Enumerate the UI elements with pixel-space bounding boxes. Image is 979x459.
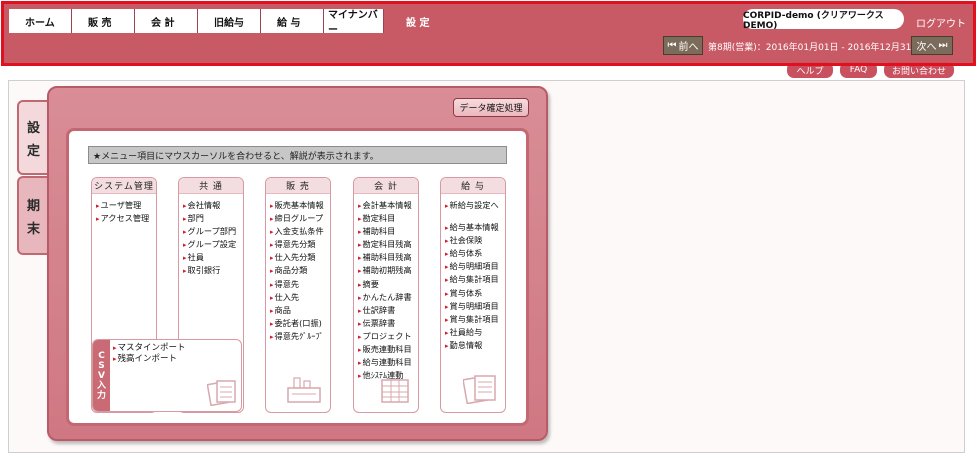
tab-settings[interactable]: 設 定: [17, 100, 50, 175]
period-label: 第8期(営業)：2016年01月01日 - 2016年12月31日: [708, 43, 921, 53]
menu-salary-structure[interactable]: 給与体系: [445, 247, 505, 260]
skip-forward-icon: ⏭: [938, 40, 948, 51]
menu-group-settings[interactable]: グループ設定: [183, 238, 243, 251]
menu-social-insurance[interactable]: 社会保険: [445, 234, 505, 247]
nav-mynumber[interactable]: マイナンバー: [324, 9, 384, 36]
menu-customer-group[interactable]: 得意先ｸﾞﾙｰﾌﾟ: [270, 330, 330, 343]
menu-customer[interactable]: 得意先: [270, 278, 330, 291]
data-confirm-button[interactable]: データ確定処理: [453, 98, 529, 117]
next-period-button[interactable]: 次へ ⏭: [911, 36, 953, 55]
menu-easy-dictionary[interactable]: かんたん辞書: [358, 291, 418, 304]
menu-account[interactable]: 勘定科目: [358, 212, 418, 225]
csv-side-label: C S V 入 力: [93, 340, 110, 411]
menu-bonus-slip-items[interactable]: 賞与明細項目: [445, 300, 505, 313]
faq-button[interactable]: FAQ: [840, 62, 877, 78]
menu-sales-link-account[interactable]: 販売連動科目: [358, 343, 418, 356]
menu-payroll-link-account[interactable]: 給与連動科目: [358, 356, 418, 369]
tab-period-end[interactable]: 期 末: [17, 176, 50, 255]
hint-bar: ★メニュー項目にマウスカーソルを合わせると、解説が表示されます。: [88, 146, 507, 164]
menu-user-management[interactable]: ユーザ管理: [96, 199, 156, 212]
menu-bonus-structure[interactable]: 賞与体系: [445, 287, 505, 300]
menu-payroll-summary-items[interactable]: 給与集計項目: [445, 273, 505, 286]
menu-department[interactable]: 部門: [183, 212, 243, 225]
accounting-box: 会 計 会計基本情報 勘定科目 補助科目 勘定科目残高 補助科目残高 補助初期残…: [353, 177, 419, 413]
menu-journal-dictionary[interactable]: 仕訳辞書: [358, 304, 418, 317]
help-button[interactable]: ヘルプ: [787, 62, 833, 78]
menu-bank[interactable]: 取引銀行: [183, 264, 243, 277]
menu-attendance[interactable]: 勤怠情報: [445, 339, 505, 352]
payroll-box: 給 与 新給与設定へ 給与基本情報 社会保険 給与体系 給与明細項目 給与集計項…: [440, 177, 506, 413]
menu-company-info[interactable]: 会社情報: [183, 199, 243, 212]
menu-product-class[interactable]: 商品分類: [270, 264, 330, 277]
menu-group-department[interactable]: グループ部門: [183, 225, 243, 238]
menu-balance-import[interactable]: 残高インポート: [113, 354, 186, 365]
nav-settings[interactable]: 設 定: [384, 9, 447, 33]
common-title: 共 通: [179, 178, 243, 194]
cash-register-icon: [287, 377, 321, 403]
nav-payroll[interactable]: 給 与: [261, 9, 324, 33]
menu-master-import[interactable]: マスタインポート: [113, 343, 186, 354]
csv-import-box: C S V 入 力 マスタインポート 残高インポート: [92, 339, 242, 412]
menu-closing-group[interactable]: 締日グループ: [270, 212, 330, 225]
menu-customer-class[interactable]: 得意先分類: [270, 238, 330, 251]
menu-sales-basic[interactable]: 販売基本情報: [270, 199, 330, 212]
menu-sub-opening-balance[interactable]: 補助初期残高: [358, 264, 418, 277]
top-header: ホーム 販 売 会 計 旧給与 給 与 マイナンバー 設 定 CORPID-de…: [4, 4, 973, 63]
menu-sub-account-balance[interactable]: 補助科目残高: [358, 251, 418, 264]
company-badge: CORPID-demo (クリアワークスDEMO): [743, 9, 904, 31]
menu-summary[interactable]: 摘要: [358, 278, 418, 291]
nav-home[interactable]: ホーム: [9, 9, 72, 33]
menu-employee[interactable]: 社員: [183, 251, 243, 264]
menu-product[interactable]: 商品: [270, 304, 330, 317]
sales-title: 販 売: [266, 178, 330, 194]
menu-payment-terms[interactable]: 入金支払条件: [270, 225, 330, 238]
nav-accounting[interactable]: 会 計: [135, 9, 198, 33]
contact-button[interactable]: お問い合わせ: [884, 62, 954, 78]
menu-supplier[interactable]: 仕入先: [270, 291, 330, 304]
menu-sub-account[interactable]: 補助科目: [358, 225, 418, 238]
documents-icon: [463, 375, 496, 404]
skip-back-icon: ⏮: [667, 40, 677, 51]
nav-old-payroll[interactable]: 旧給与: [198, 9, 261, 33]
menu-project[interactable]: プロジェクト: [358, 330, 418, 343]
menu-account-balance[interactable]: 勘定科目残高: [358, 238, 418, 251]
menu-employee-payroll[interactable]: 社員給与: [445, 326, 505, 339]
menu-payslip-items[interactable]: 給与明細項目: [445, 260, 505, 273]
menu-consignor[interactable]: 委託者(口振): [270, 317, 330, 330]
sales-box: 販 売 販売基本情報 締日グループ 入金支払条件 得意先分類 仕入先分類 商品分…: [265, 177, 331, 413]
ledger-icon: [381, 379, 409, 403]
documents-icon: [207, 380, 236, 406]
prev-period-button[interactable]: ⏮ 前へ: [663, 36, 703, 55]
menu-accounting-basic[interactable]: 会計基本情報: [358, 199, 418, 212]
main-nav: ホーム 販 売 会 計 旧給与 給 与 マイナンバー 設 定: [9, 9, 447, 36]
nav-sales[interactable]: 販 売: [72, 9, 135, 33]
system-title: システム管理: [92, 178, 156, 194]
menu-bonus-summary-items[interactable]: 賞与集計項目: [445, 313, 505, 326]
accounting-title: 会 計: [354, 178, 418, 194]
payroll-title: 給 与: [441, 178, 505, 194]
menu-access-management[interactable]: アクセス管理: [96, 212, 156, 225]
logout-link[interactable]: ログアウト: [916, 15, 966, 30]
menu-new-payroll-settings[interactable]: 新給与設定へ: [445, 199, 505, 212]
menu-slip-dictionary[interactable]: 伝票辞書: [358, 317, 418, 330]
menu-supplier-class[interactable]: 仕入先分類: [270, 251, 330, 264]
menu-payroll-basic[interactable]: 給与基本情報: [445, 221, 505, 234]
